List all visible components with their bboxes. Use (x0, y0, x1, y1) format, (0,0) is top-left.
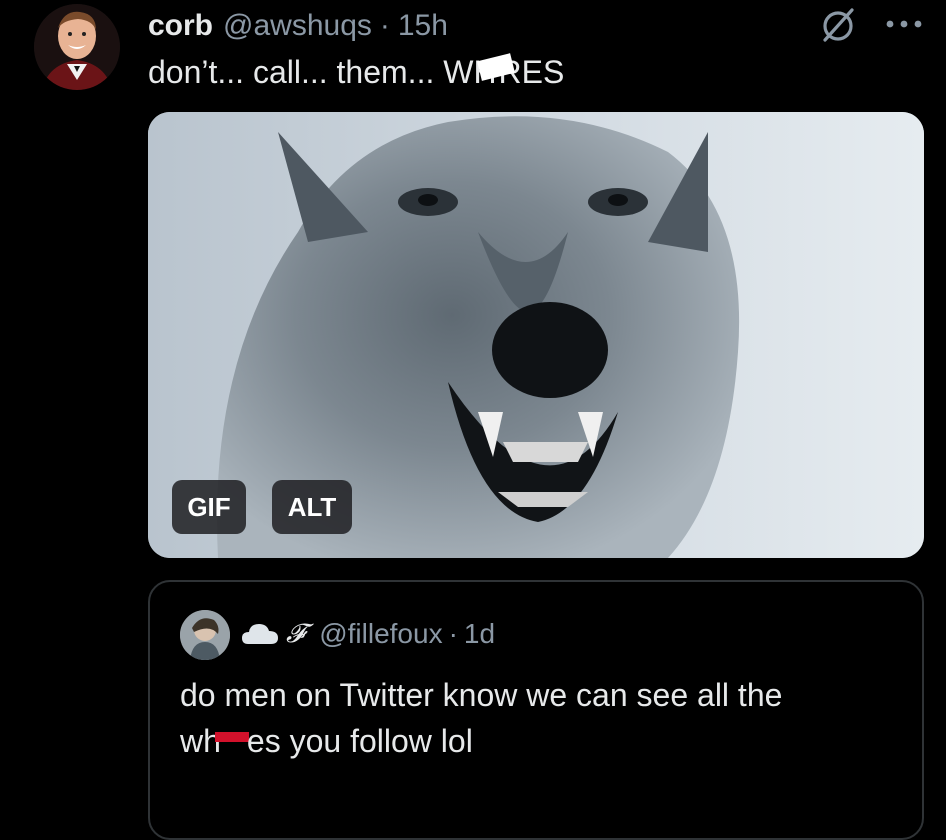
grok-icon[interactable] (818, 4, 858, 44)
quoted-text-line1: do men on Twitter know we can see all th… (180, 677, 783, 713)
quoted-tweet-text: do men on Twitter know we can see all th… (180, 672, 900, 764)
gif-badge[interactable]: GIF (172, 480, 246, 534)
redaction-mark (214, 732, 249, 742)
quoted-text-line2: wh es you follow lol (180, 718, 900, 764)
tweet-media-gif[interactable] (148, 112, 924, 558)
more-options-icon[interactable] (876, 4, 932, 44)
author-avatar[interactable] (34, 4, 120, 90)
tweet-text-part1: don’t... call... them... WH (148, 54, 497, 90)
tweet-time[interactable]: 15h (398, 9, 448, 43)
quoted-tweet-header: 𝓕 @fillefoux · 1d (240, 612, 495, 656)
quoted-author-handle[interactable]: @fillefoux (319, 618, 442, 650)
cloud-icon (240, 620, 280, 648)
author-name[interactable]: corb (148, 9, 213, 43)
alt-text-button[interactable]: ALT (272, 480, 352, 534)
separator-dot: · (448, 618, 458, 649)
quoted-author-name[interactable]: 𝓕 (286, 619, 305, 650)
tweet-text: don’t... call... them... WHRES (148, 52, 564, 92)
quoted-text-line2-part2: es you follow lol (246, 723, 473, 759)
quoted-author-avatar[interactable] (180, 610, 230, 660)
separator-dot: · (379, 9, 390, 42)
quoted-tweet-time: 1d (463, 618, 496, 649)
author-handle[interactable]: @awshuqs (223, 9, 372, 43)
